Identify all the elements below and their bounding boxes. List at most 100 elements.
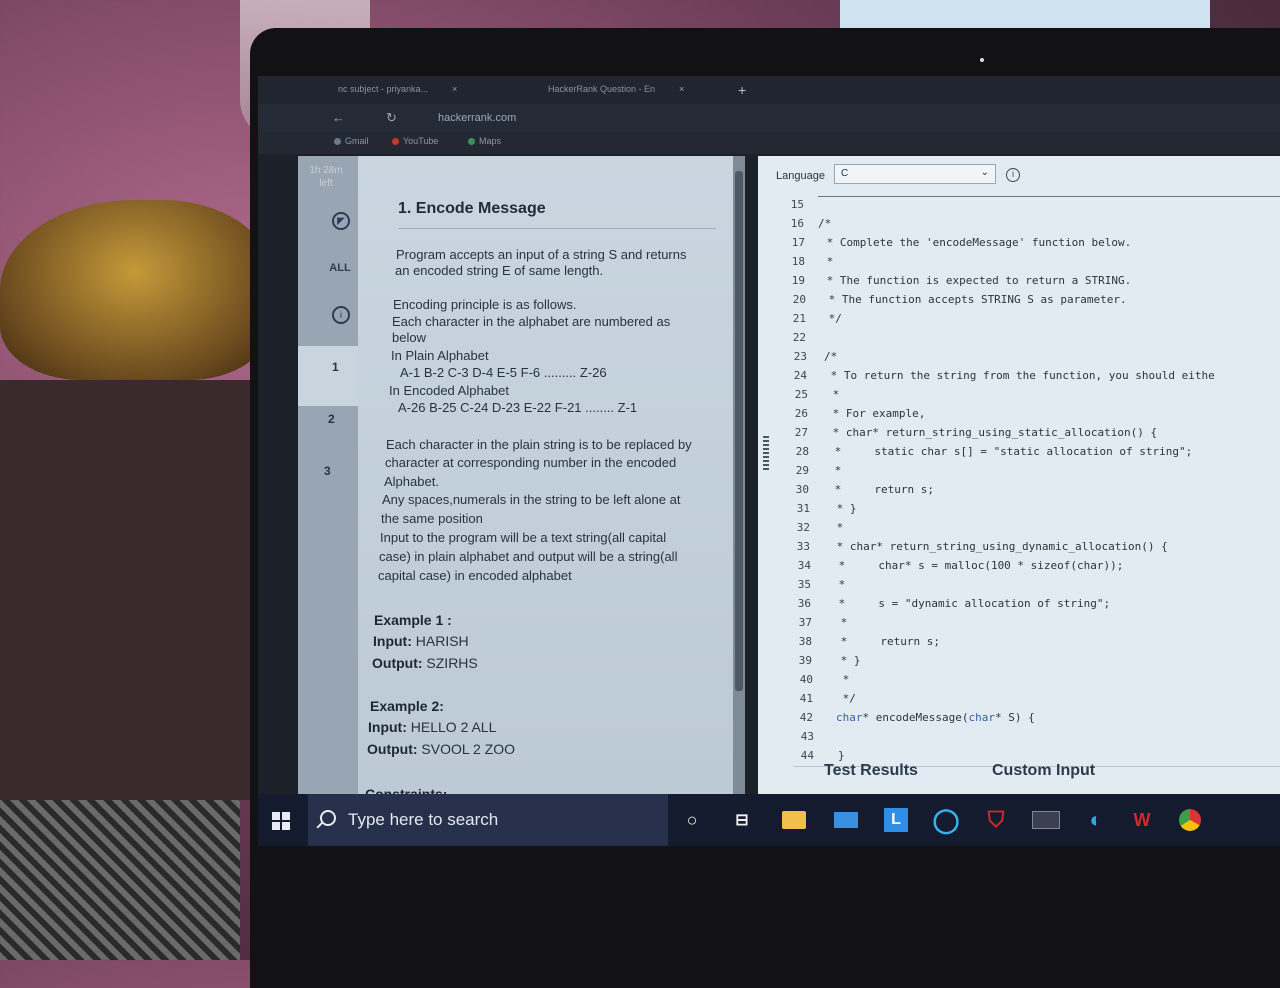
- time-left: 1h 28m left: [309, 165, 343, 189]
- example-2-input: Input: HELLO 2 ALL: [368, 719, 497, 735]
- all-questions-button[interactable]: ALL: [320, 262, 360, 274]
- edge-icon[interactable]: ◐: [1082, 806, 1110, 834]
- info-icon[interactable]: i: [332, 306, 350, 324]
- problem-line: A-26 B-25 C-24 D-23 E-22 F-21 ........ Z…: [398, 400, 638, 415]
- bookmark-maps[interactable]: Maps: [468, 136, 501, 146]
- mcafee-icon[interactable]: ⛉: [982, 806, 1010, 834]
- problem-line: an encoded string E of same length.: [395, 263, 604, 278]
- code-line: /*: [818, 217, 832, 230]
- line-number: 23: [793, 350, 807, 363]
- example-2-heading: Example 2:: [370, 698, 444, 714]
- maps-icon: [468, 138, 475, 146]
- bookmark-gmail[interactable]: Gmail: [334, 136, 369, 146]
- problem-panel: 1. Encode Message Program accepts an inp…: [358, 156, 733, 802]
- line-number: 18: [791, 255, 805, 268]
- cortana-icon[interactable]: ○: [678, 806, 706, 834]
- problem-line: In Plain Alphabet: [391, 348, 489, 363]
- problem-scrollbar-thumb[interactable]: [735, 171, 743, 691]
- problem-line: character at corresponding number in the…: [385, 455, 677, 470]
- back-arrow-icon[interactable]: ←: [332, 110, 345, 125]
- code-line: * char* s = malloc(100 * sizeof(char));: [832, 559, 1124, 572]
- problem-line: In Encoded Alphabet: [389, 383, 509, 398]
- code-line: * }: [834, 654, 861, 667]
- code-line: * To return the string from the function…: [824, 369, 1215, 382]
- line-number: 21: [792, 312, 806, 325]
- line-number: 39: [798, 654, 812, 667]
- code-line: *: [834, 616, 848, 629]
- wps-icon[interactable]: W: [1128, 806, 1156, 834]
- line-number: 17: [791, 236, 805, 249]
- problem-line: capital case) in encoded alphabet: [378, 568, 572, 583]
- problem-line: case) in plain alphabet and output will …: [379, 549, 678, 564]
- line-number: 30: [795, 483, 809, 496]
- line-number: 31: [796, 502, 810, 515]
- close-icon[interactable]: ×: [679, 84, 684, 94]
- info-icon[interactable]: i: [1006, 168, 1020, 182]
- line-number: 37: [798, 616, 812, 629]
- tab-test-results[interactable]: Test Results: [824, 762, 918, 780]
- search-icon: [320, 810, 336, 826]
- url-field[interactable]: hackerrank.com: [438, 112, 516, 124]
- example-1-output: Output: SZIRHS: [372, 655, 478, 671]
- windows-start-icon[interactable]: [272, 812, 290, 830]
- bookmark-youtube[interactable]: YouTube: [392, 136, 438, 146]
- reload-icon[interactable]: ↻: [386, 110, 397, 126]
- tab-custom-input[interactable]: Custom Input: [992, 762, 1095, 780]
- line-number: 33: [796, 540, 810, 553]
- background-basket: [0, 200, 270, 380]
- line-number: 24: [793, 369, 807, 382]
- code-line: */: [822, 312, 842, 325]
- example-2-output: Output: SVOOL 2 ZOO: [367, 741, 516, 757]
- browser-tab-bar: nc subject - priyanka... × HackerRank Que…: [258, 76, 1280, 104]
- language-select[interactable]: C ⌄: [834, 164, 996, 184]
- background-cloth: [0, 800, 240, 960]
- problem-line: Program accepts an input of a string S a…: [396, 247, 687, 262]
- line-number: 36: [797, 597, 811, 610]
- code-line: char* encodeMessage(char* S) {: [836, 711, 1035, 724]
- address-bar: ← ↻ hackerrank.com: [258, 104, 1280, 132]
- video-app-icon[interactable]: [1032, 806, 1060, 834]
- code-line: /*: [824, 350, 838, 363]
- line-number: 40: [799, 673, 813, 686]
- question-2-button[interactable]: 2: [328, 412, 335, 426]
- task-view-icon[interactable]: ⊟: [728, 806, 756, 834]
- chrome-icon[interactable]: [1176, 806, 1204, 834]
- problem-line: Alphabet.: [384, 474, 439, 489]
- code-line: * s = "dynamic allocation of string";: [832, 597, 1111, 610]
- line-number: 41: [799, 692, 813, 705]
- example-1-input: Input: HARISH: [373, 633, 469, 649]
- question-1-button[interactable]: 1: [332, 360, 339, 374]
- circle-app-icon[interactable]: ◯: [932, 806, 960, 834]
- line-number: 27: [794, 426, 808, 439]
- line-number: 38: [798, 635, 812, 648]
- code-line: *: [826, 388, 840, 401]
- compass-icon[interactable]: ◤: [332, 212, 350, 230]
- mail-icon[interactable]: [832, 806, 860, 834]
- windows-taskbar: Type here to search ○ ⊟ L ◯ ⛉ ◐ W: [258, 794, 1280, 846]
- problem-line: Encoding principle is as follows.: [393, 297, 577, 312]
- problem-line: the same position: [381, 511, 483, 526]
- line-number: 29: [795, 464, 809, 477]
- search-placeholder: Type here to search: [348, 810, 499, 829]
- new-tab-icon[interactable]: +: [738, 82, 746, 98]
- line-number: 20: [792, 293, 806, 306]
- line-number: 16: [790, 217, 804, 230]
- question-3-button[interactable]: 3: [324, 464, 331, 478]
- file-explorer-icon[interactable]: [780, 806, 808, 834]
- browser-tab-2[interactable]: HackerRank Question - En ×: [548, 84, 684, 94]
- example-1-heading: Example 1 :: [374, 612, 452, 628]
- close-icon[interactable]: ×: [452, 84, 457, 94]
- line-number: 28: [795, 445, 809, 458]
- problem-line: Input to the program will be a text stri…: [380, 530, 667, 545]
- line-number-gutter: 15 16 17 18 19 20 21 22 23 24 25 26 27 28 29 30 31 32 33 34…: [758, 198, 818, 762]
- l-app-icon[interactable]: L: [882, 806, 910, 834]
- code-line: * static char s[] = "static allocation o…: [828, 445, 1193, 458]
- code-area[interactable]: /* * Complete the 'encodeMessage' functi…: [818, 198, 1280, 762]
- code-line: *: [832, 578, 846, 591]
- taskbar-search-box[interactable]: Type here to search: [308, 794, 668, 846]
- browser-tab-1[interactable]: nc subject - priyanka... ×: [338, 84, 457, 94]
- code-line: * char* return_string_using_dynamic_allo…: [830, 540, 1168, 553]
- laptop-screen: nc subject - priyanka... × HackerRank Que…: [258, 76, 1280, 846]
- background-shelf: [0, 380, 260, 800]
- line-number: 19: [791, 274, 805, 287]
